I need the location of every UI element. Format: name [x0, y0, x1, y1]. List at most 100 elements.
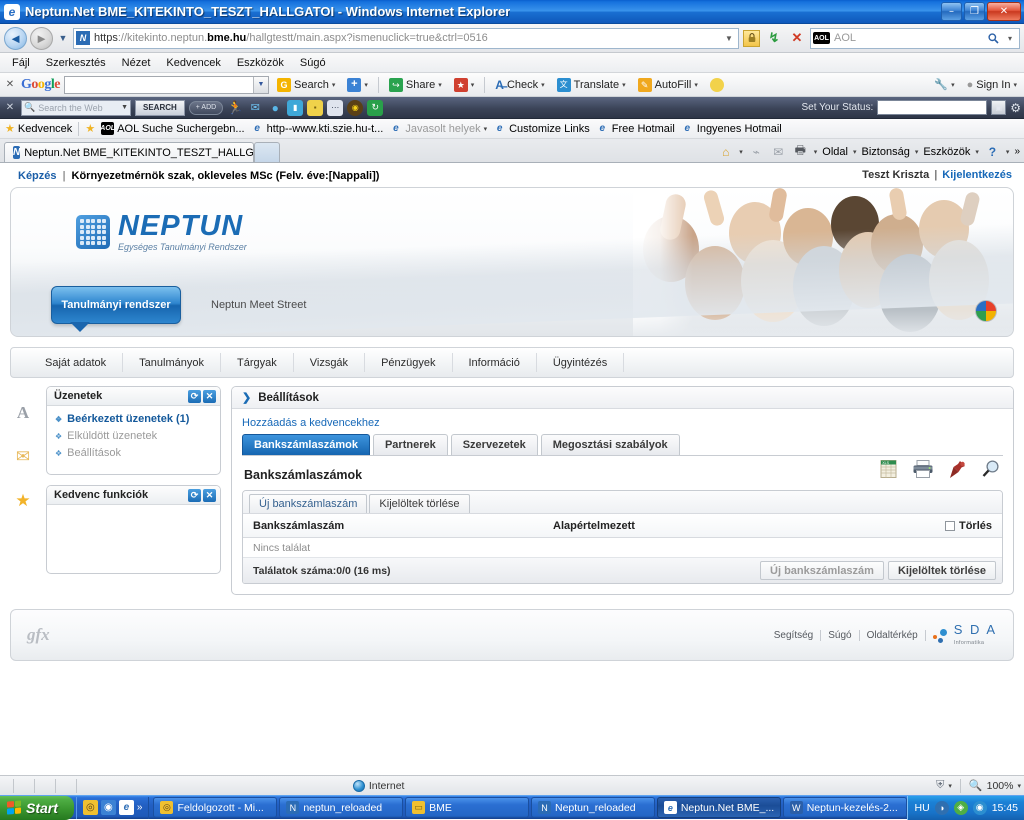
search-input[interactable]: AOL	[834, 32, 983, 44]
task-feldolgozott[interactable]: ◎ Feldolgozott - Mi...	[153, 797, 278, 818]
address-bar[interactable]: N https://kitekinto.neptun.bme.hu/hallgt…	[73, 27, 739, 49]
link-beallitasok[interactable]: ❖ Beállítások	[55, 447, 214, 459]
address-dropdown-icon[interactable]: ▼	[722, 34, 736, 43]
logout-link[interactable]: Kijelentkezés	[942, 169, 1012, 181]
chevron-down-icon[interactable]: ▾	[1013, 81, 1017, 89]
favorites-star-icon[interactable]: ★	[12, 490, 34, 512]
back-button[interactable]: ◄	[4, 26, 27, 50]
link-beerkezett-uzenetek[interactable]: ❖ Beérkezett üzenetek (1)	[55, 413, 214, 425]
chevron-down-icon[interactable]: ▾	[975, 148, 979, 156]
menu-item-file[interactable]: Fájl	[4, 55, 38, 71]
close-button[interactable]: ✕	[987, 2, 1021, 21]
protected-mode-icon[interactable]: ⛨	[936, 779, 944, 792]
chevron-down-icon[interactable]: ▾	[438, 81, 442, 89]
google-translate-button[interactable]: 文 Translate ▾	[553, 77, 630, 93]
google-check-button[interactable]: A̶ Check ▾	[491, 77, 548, 93]
page-menu[interactable]: Oldal	[822, 146, 848, 158]
delete-selected-button[interactable]: Kijelöltek törlése	[369, 493, 470, 513]
footer-link-oldalterkep[interactable]: Oldaltérkép	[867, 630, 918, 641]
chevron-down-icon[interactable]: ▼	[121, 104, 128, 111]
favorite-aol-suche[interactable]: AOL AOL Suche Suchergebn...	[100, 122, 245, 135]
forward-button[interactable]: ►	[30, 26, 53, 50]
favorite-ingyenes-hotmail[interactable]: e Ingyenes Hotmail	[681, 122, 781, 135]
google-toolbar-close-icon[interactable]: ✕	[3, 79, 17, 90]
aol-add-button[interactable]: + ADD	[188, 100, 224, 115]
safety-menu[interactable]: Biztonság	[862, 146, 910, 158]
favorites-button[interactable]: ★ Kedvencek	[5, 122, 72, 136]
aol-radio-icon[interactable]: ◉	[347, 99, 364, 116]
chevron-down-icon[interactable]: ▾	[948, 782, 952, 790]
favorite-free-hotmail[interactable]: e Free Hotmail	[596, 122, 675, 135]
history-dropdown[interactable]: ▼	[56, 33, 70, 43]
menu-targyak[interactable]: Tárgyak	[221, 353, 294, 372]
language-indicator[interactable]: HU	[915, 802, 930, 814]
add-to-favorites-link[interactable]: Hozzáadás a kedvencekhez	[242, 417, 380, 429]
chevron-down-icon[interactable]: ▾	[541, 81, 545, 89]
tools-menu[interactable]: Eszközök	[923, 146, 970, 158]
refresh-icon[interactable]: ⟳	[188, 389, 201, 403]
footer-delete-selected-button[interactable]: Kijelöltek törlése	[887, 561, 996, 580]
menu-item-help[interactable]: Súgó	[292, 55, 334, 71]
tab-neptun-meet-street[interactable]: Neptun Meet Street	[211, 299, 306, 311]
mail-icon[interactable]: ✉	[770, 143, 787, 160]
magnifier-icon[interactable]	[979, 457, 1003, 481]
chevron-down-icon[interactable]: ▾	[364, 81, 368, 89]
task-neptun-kezeles[interactable]: W Neptun-kezelés-2...	[782, 797, 907, 818]
security-zone[interactable]: Internet	[352, 779, 404, 792]
aol-mail-icon[interactable]: ✉	[247, 100, 263, 116]
chevron-down-icon[interactable]: ▾	[622, 81, 626, 89]
menu-tanulmanyok[interactable]: Tanulmányok	[123, 353, 221, 372]
aol-icon[interactable]: ◎	[82, 800, 98, 815]
chevron-down-icon[interactable]: ▾	[1006, 148, 1010, 156]
task-neptun-reloaded-1[interactable]: N neptun_reloaded	[279, 797, 404, 818]
clock[interactable]: 15:45	[992, 802, 1018, 814]
excel-export-icon[interactable]: XLS	[877, 457, 901, 481]
browser-search-box[interactable]: AOL AOL ▾	[810, 27, 1020, 49]
favorite-suggested-sites[interactable]: e Javasolt helyek ▾	[389, 122, 487, 135]
help-icon[interactable]: ?	[984, 143, 1001, 160]
zoom-level[interactable]: 100%	[987, 780, 1014, 792]
close-icon[interactable]: ✕	[203, 389, 216, 403]
ie-icon[interactable]: e	[118, 800, 134, 815]
tab-szervezetek[interactable]: Szervezetek	[450, 434, 538, 455]
google-share-button[interactable]: ↪ Share ▾	[385, 77, 446, 93]
aol-notes-icon[interactable]: ▪	[307, 99, 324, 116]
chevron-down-icon[interactable]: ▾	[694, 81, 698, 89]
browser-tab-neptun[interactable]: N Neptun.Net BME_KITEKINTO_TESZT_HALLGA.…	[4, 142, 254, 162]
overflow-icon[interactable]: »	[1014, 146, 1020, 157]
link-elkuldott-uzenetek[interactable]: ❖ Elküldött üzenetek	[55, 430, 214, 442]
menu-item-view[interactable]: Nézet	[114, 55, 159, 71]
chevron-down-icon[interactable]: ▾	[915, 148, 919, 156]
google-signin-button[interactable]: ● Sign In ▾	[963, 78, 1021, 92]
tab-partnerek[interactable]: Partnerek	[372, 434, 448, 455]
column-bankszamlaszam[interactable]: Bankszámlaszám	[253, 520, 553, 532]
new-bank-account-button[interactable]: Új bankszámlaszám	[249, 493, 368, 513]
refresh-icon[interactable]: ⟳	[188, 488, 201, 502]
close-icon[interactable]: ✕	[203, 488, 216, 502]
tab-bankszamlaszamok[interactable]: Bankszámlaszámok	[242, 434, 370, 455]
maximize-button[interactable]: ❐	[964, 2, 985, 21]
color-wheel-icon[interactable]	[975, 300, 997, 322]
menu-informacio[interactable]: Információ	[453, 353, 537, 372]
start-button[interactable]: Start	[0, 795, 74, 820]
aol-running-man-icon[interactable]: 🏃	[227, 100, 243, 116]
program-name[interactable]: Környezetmérnök szak, okleveles MSc (Fel…	[72, 170, 380, 182]
tab-megosztasi-szabalyok[interactable]: Megosztási szabályok	[540, 434, 680, 455]
aol-toolbar-close-icon[interactable]: ✕	[3, 102, 17, 113]
chevron-down-icon[interactable]: ▾	[853, 148, 857, 156]
google-search-input[interactable]: ▼	[64, 75, 269, 94]
task-neptun-net-bme[interactable]: e Neptun.Net BME_...	[656, 797, 781, 818]
minimize-button[interactable]: –	[941, 2, 962, 21]
menu-item-tools[interactable]: Eszközök	[229, 55, 292, 71]
task-bme-folder[interactable]: ▭ BME	[405, 797, 529, 818]
aol-buddy-icon[interactable]: ▮	[287, 99, 304, 116]
chevron-down-icon[interactable]: ▾	[814, 148, 818, 156]
google-plus-button[interactable]: + ▾	[343, 77, 372, 93]
refresh-icon[interactable]: ↯	[764, 28, 784, 48]
quick-launch-overflow-icon[interactable]: »	[137, 802, 143, 813]
menu-item-favorites[interactable]: Kedvencek	[158, 55, 228, 71]
mail-icon[interactable]: ✉	[12, 446, 34, 468]
footer-link-segitseg[interactable]: Segítség	[774, 630, 813, 641]
menu-ugyintezes[interactable]: Ügyintézés	[537, 353, 625, 372]
google-highlighter-button[interactable]	[706, 77, 728, 93]
